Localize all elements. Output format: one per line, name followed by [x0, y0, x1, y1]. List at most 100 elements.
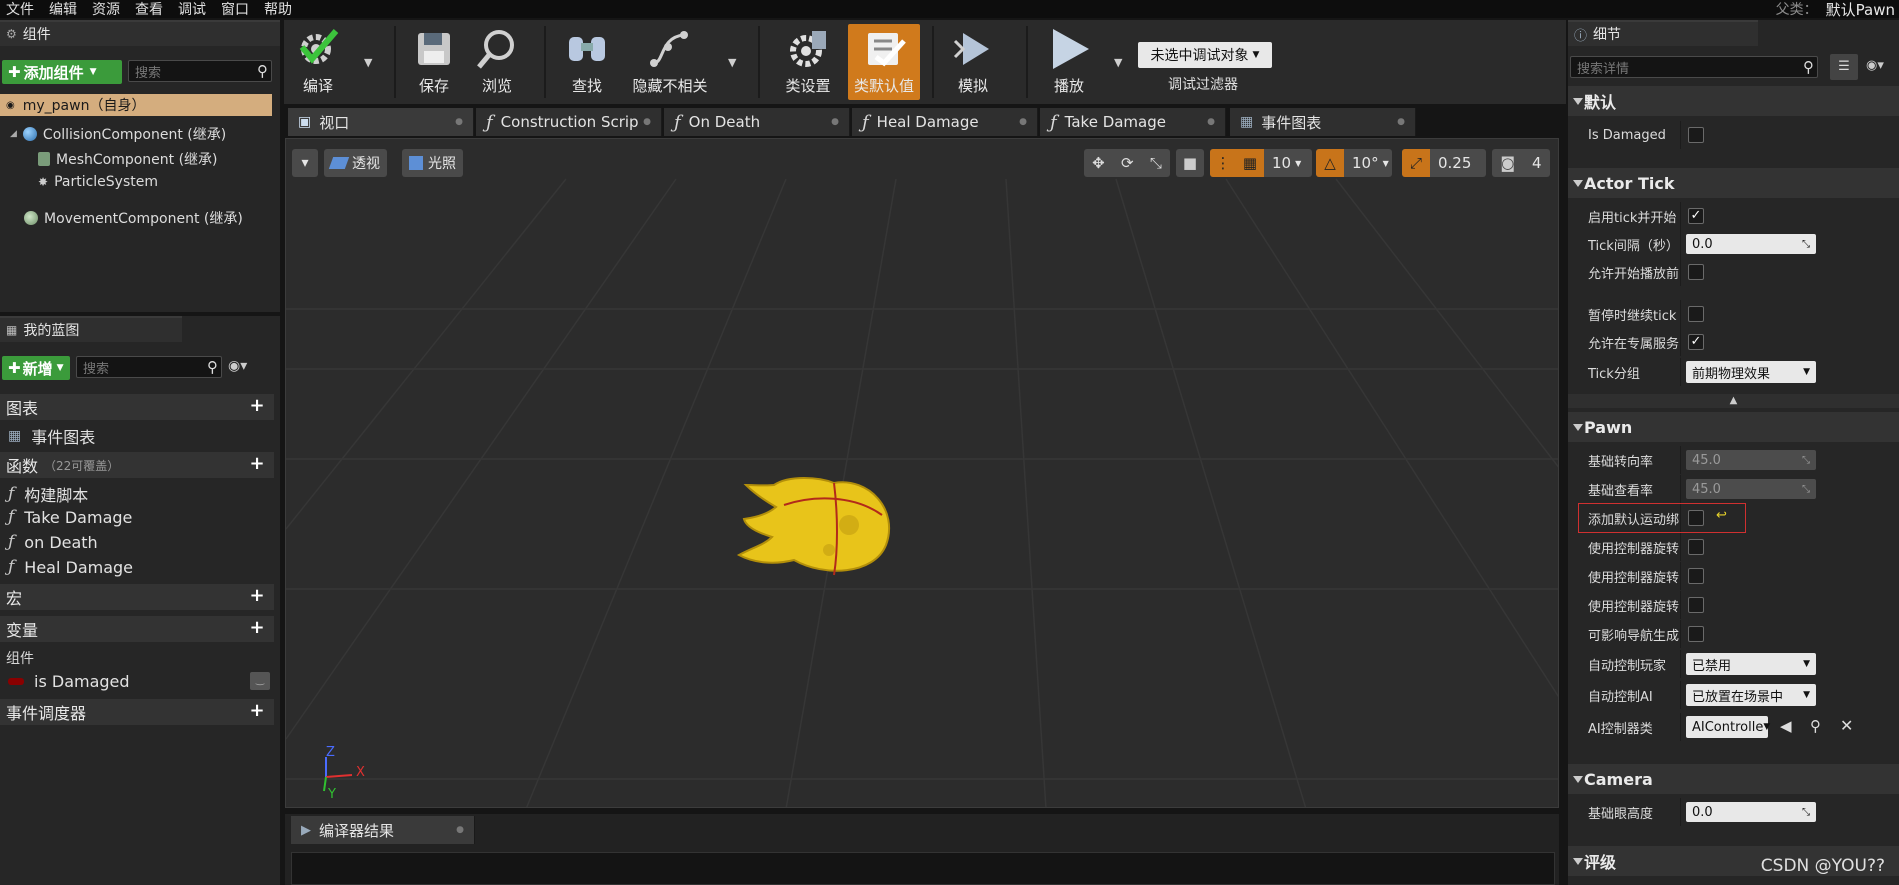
tab-heal-damage[interactable]: ƒ Heal Damage ●	[852, 108, 1038, 136]
scale-icon[interactable]: ⤡	[1150, 154, 1162, 172]
menu-edit[interactable]: 编辑	[43, 0, 86, 19]
category-macros[interactable]: 宏 +	[0, 584, 274, 610]
allow-before-play-checkbox[interactable]	[1688, 264, 1704, 280]
rotation-snap-value[interactable]: 10°	[1344, 154, 1379, 172]
collapse-advanced-icon[interactable]: ▲	[1568, 394, 1899, 408]
clear-x-icon[interactable]: ✕	[1840, 716, 1853, 735]
rotate-icon[interactable]: ⟳	[1121, 154, 1134, 172]
pawn-mesh[interactable]	[734, 455, 904, 585]
component-search-input[interactable]: 搜索 ⚲	[128, 60, 272, 82]
category-graphs[interactable]: 图表 +	[0, 394, 274, 420]
tab-compiler-results[interactable]: ▶ 编译器结果 ●	[291, 816, 475, 844]
use-controller-rotation-checkbox[interactable]	[1688, 568, 1704, 584]
section-actor-tick[interactable]: Actor Tick	[1568, 168, 1899, 198]
hide-options-chevron-icon[interactable]: ▼	[728, 56, 736, 69]
menu-window[interactable]: 窗口	[215, 0, 258, 19]
parent-class-value[interactable]: 默认Pawn	[1826, 0, 1895, 20]
ai-controller-class-dropdown[interactable]: AIControlle ▼	[1686, 716, 1770, 738]
browse-button[interactable]: 浏览	[474, 24, 520, 100]
menu-file[interactable]: 文件	[0, 0, 43, 19]
add-graph-icon[interactable]: +	[248, 397, 266, 416]
auto-possess-ai-dropdown[interactable]: 已放置在场景中 ▼	[1686, 684, 1816, 706]
blueprint-search-input[interactable]: 搜索 ⚲	[76, 356, 222, 378]
section-default[interactable]: 默认	[1568, 86, 1899, 116]
details-search-input[interactable]: 搜索详情 ⚲	[1570, 56, 1818, 78]
add-variable-icon[interactable]: +	[248, 619, 266, 638]
function-item-heal-damage[interactable]: ƒ Heal Damage	[8, 557, 133, 577]
use-controller-rotation-checkbox[interactable]	[1688, 539, 1704, 555]
surface-snap-icon[interactable]: ⋮	[1210, 149, 1236, 177]
perspective-button[interactable]: 透视	[324, 149, 387, 177]
menu-asset[interactable]: 资源	[86, 0, 129, 19]
category-dispatchers[interactable]: 事件调度器 +	[0, 699, 274, 725]
tab-viewport[interactable]: ▣ 视口 ●	[288, 108, 474, 136]
scale-snap-group[interactable]: ⤢ 0.25	[1402, 149, 1486, 177]
close-tab-icon[interactable]: ●	[1397, 117, 1405, 127]
use-controller-rotation-checkbox[interactable]	[1688, 597, 1704, 613]
class-settings-button[interactable]: 类设置	[778, 24, 838, 100]
tree-item-particle[interactable]: ✸ ParticleSystem	[38, 174, 158, 190]
scale-snap-value[interactable]: 0.25	[1430, 154, 1471, 172]
tab-event-graph[interactable]: ▦ 事件图表 ●	[1230, 108, 1416, 136]
menu-help[interactable]: 帮助	[258, 0, 301, 19]
rotation-snap-group[interactable]: △ 10° ▼	[1316, 149, 1392, 177]
function-item-on-death[interactable]: ƒ on Death	[8, 532, 98, 552]
tree-item-movement[interactable]: MovementComponent (继承)	[24, 208, 243, 228]
grid-snap-icon[interactable]: ▦	[1236, 149, 1264, 177]
category-variables[interactable]: 变量 +	[0, 616, 274, 642]
tab-construction-script[interactable]: ƒ Construction Scrip ●	[476, 108, 662, 136]
viewport[interactable]: ▾ 透视 光照 ✥ ⟳ ⤡ ■ ⋮ ▦ 10 ▼ △ 10° ▼ ⤢ 0.25 …	[285, 138, 1559, 808]
component-root-row[interactable]: ◉ my_pawn（自身）	[0, 94, 272, 116]
add-function-icon[interactable]: +	[248, 455, 266, 474]
section-camera[interactable]: Camera	[1568, 764, 1899, 794]
world-local-toggle[interactable]: ■	[1176, 149, 1204, 177]
menu-view[interactable]: 查看	[129, 0, 172, 19]
compiler-output-area[interactable]	[291, 852, 1555, 885]
section-pawn[interactable]: Pawn	[1568, 412, 1899, 442]
components-subcategory[interactable]: 组件	[6, 648, 34, 668]
browse-magnifier-icon[interactable]: ⚲	[1810, 717, 1821, 735]
tick-when-paused-checkbox[interactable]	[1688, 306, 1704, 322]
function-item-take-damage[interactable]: ƒ Take Damage	[8, 507, 132, 527]
play-button[interactable]: 播放	[1044, 24, 1094, 100]
rotation-snap-icon[interactable]: △	[1316, 149, 1344, 177]
event-graph-item[interactable]: ▦ 事件图表	[8, 424, 95, 448]
find-button[interactable]: 查找	[564, 24, 610, 100]
save-button[interactable]: 保存	[412, 24, 456, 100]
tick-interval-field[interactable]: 0.0 ⤡	[1686, 234, 1816, 254]
new-button[interactable]: ✚ 新增 ▼	[2, 356, 70, 380]
translate-icon[interactable]: ✥	[1092, 154, 1105, 172]
menu-debug[interactable]: 调试	[172, 0, 215, 19]
function-item-construction[interactable]: ƒ 构建脚本	[8, 482, 88, 506]
variable-item[interactable]: is Damaged ‿	[8, 670, 270, 692]
grid-snap-value[interactable]: 10	[1264, 154, 1291, 172]
camera-speed-group[interactable]: ◙ 4	[1492, 149, 1550, 177]
close-tab-icon[interactable]: ●	[1207, 117, 1215, 127]
category-functions[interactable]: 函数 （22可覆盖） +	[0, 452, 274, 478]
property-matrix-icon[interactable]: ☰	[1830, 54, 1858, 80]
tree-item-mesh[interactable]: MeshComponent (继承)	[38, 149, 218, 169]
grid-snap-group[interactable]: ⋮ ▦ 10 ▼	[1210, 149, 1312, 177]
tab-take-damage[interactable]: ƒ Take Damage ●	[1040, 108, 1226, 136]
allow-dedicated-server-checkbox[interactable]: ✓	[1688, 334, 1704, 350]
visibility-eye-icon[interactable]: ◉▾	[1866, 58, 1884, 73]
compile-button[interactable]: 编译	[288, 24, 348, 100]
play-options-chevron-icon[interactable]: ▼	[1114, 56, 1122, 69]
add-component-button[interactable]: ✚ 添加组件 ▼	[2, 60, 122, 84]
tree-item-collision[interactable]: ◢ CollisionComponent (继承)	[10, 124, 226, 144]
details-tab[interactable]: ⓘ 细节	[1568, 20, 1758, 46]
use-selected-arrow-icon[interactable]: ◀	[1780, 717, 1792, 735]
base-turn-rate-field[interactable]: 45.0 ⤡	[1686, 450, 1816, 470]
tab-on-death[interactable]: ƒ On Death ●	[664, 108, 850, 136]
transform-tools[interactable]: ✥ ⟳ ⤡	[1084, 149, 1170, 177]
class-defaults-button[interactable]: 类默认值	[848, 24, 920, 100]
add-macro-icon[interactable]: +	[248, 587, 266, 606]
eye-icon[interactable]: ◉▾	[228, 358, 247, 374]
close-tab-icon[interactable]: ●	[831, 117, 839, 127]
tick-group-dropdown[interactable]: 前期物理效果 ▼	[1686, 361, 1816, 383]
simulate-button[interactable]: 模拟	[948, 24, 998, 100]
close-tab-icon[interactable]: ●	[1019, 117, 1027, 127]
can-affect-navigation-checkbox[interactable]	[1688, 626, 1704, 642]
auto-possess-player-dropdown[interactable]: 已禁用 ▼	[1686, 653, 1816, 675]
viewport-options-button[interactable]: ▾	[292, 149, 318, 177]
